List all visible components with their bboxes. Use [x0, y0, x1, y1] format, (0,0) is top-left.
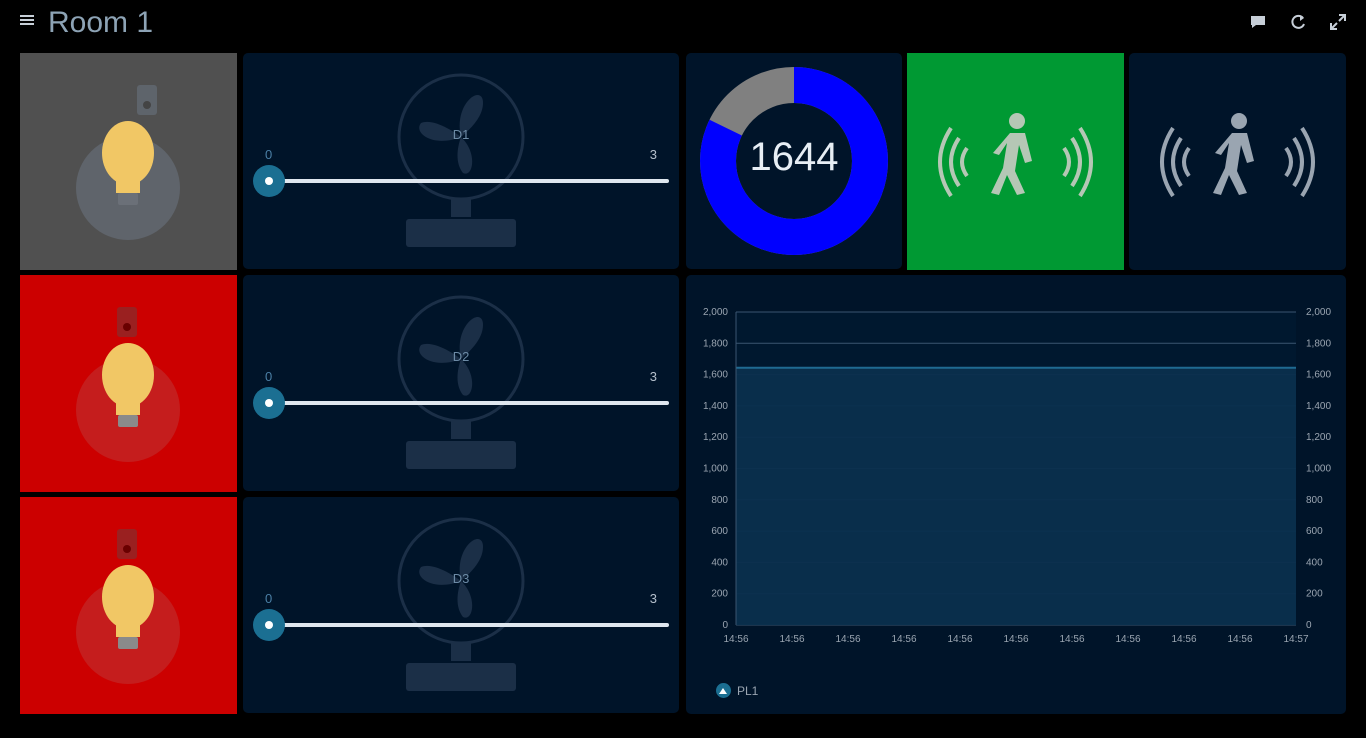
fan-label: D3 [452, 571, 470, 586]
y-tick-label-left: 1,800 [703, 338, 728, 349]
speed-slider[interactable]: 0 3 [253, 147, 669, 197]
slider-max-label: 3 [649, 591, 657, 606]
y-tick-label-right: 1,600 [1306, 370, 1331, 381]
y-tick-label-right: 1,000 [1306, 464, 1331, 475]
fan-tile-3: D3 0 3 [243, 497, 679, 713]
light-tile-2[interactable] [20, 275, 237, 492]
x-tick-label: 14:56 [891, 634, 916, 645]
legend-label: PL1 [737, 683, 759, 698]
speed-slider[interactable]: 0 3 [253, 591, 669, 641]
y-tick-label-left: 0 [722, 620, 728, 631]
top-bar: Room 1 [0, 0, 1366, 46]
y-tick-label-left: 200 [711, 589, 728, 600]
page-title: Room 1 [48, 6, 154, 39]
menu-icon[interactable] [20, 13, 34, 31]
lightbulb-icon [76, 85, 180, 240]
y-tick-label-left: 600 [711, 526, 728, 537]
x-tick-label: 14:56 [835, 634, 860, 645]
x-tick-label: 14:57 [1283, 634, 1308, 645]
slider-thumb[interactable] [253, 609, 285, 641]
x-tick-label: 14:56 [1003, 634, 1028, 645]
x-tick-label: 14:56 [1115, 634, 1140, 645]
y-tick-label-left: 1,200 [703, 432, 728, 443]
light-tile-1[interactable] [20, 53, 237, 270]
slider-min-label: 0 [265, 591, 273, 606]
y-tick-label-right: 0 [1306, 620, 1312, 631]
motion-tile-1 [907, 53, 1124, 270]
x-tick-label: 14:56 [1171, 634, 1196, 645]
motion-sensor-icon [1160, 113, 1315, 198]
slider-thumb[interactable] [253, 387, 285, 419]
series-icon [716, 683, 731, 698]
y-tick-label-right: 600 [1306, 526, 1323, 537]
y-tick-label-right: 200 [1306, 589, 1323, 600]
fan-tile-2: D2 0 3 [243, 275, 679, 491]
motion-sensor-icon [938, 113, 1093, 198]
y-tick-label-right: 2,000 [1306, 307, 1331, 318]
lightbulb-icon [76, 307, 180, 462]
x-tick-label: 14:56 [723, 634, 748, 645]
slider-track[interactable] [269, 401, 669, 405]
x-tick-label: 14:56 [947, 634, 972, 645]
fullscreen-icon[interactable] [1328, 12, 1348, 32]
gauge-tile: 1644 [686, 53, 902, 269]
slider-min-label: 0 [265, 147, 273, 162]
fan-label: D2 [452, 349, 470, 364]
refresh-icon[interactable] [1288, 12, 1308, 32]
gauge-value: 1644 [749, 135, 839, 179]
slider-track[interactable] [269, 179, 669, 183]
y-tick-label-left: 1,000 [703, 464, 728, 475]
y-tick-label-right: 400 [1306, 557, 1323, 568]
chat-icon[interactable] [1248, 12, 1268, 32]
y-tick-label-right: 1,800 [1306, 338, 1331, 349]
light-tile-3[interactable] [20, 497, 237, 714]
slider-max-label: 3 [649, 147, 657, 162]
fan-tile-1: D1 0 3 [243, 53, 679, 269]
y-tick-label-right: 1,400 [1306, 401, 1331, 412]
slider-max-label: 3 [649, 369, 657, 384]
motion-tile-2 [1129, 53, 1346, 270]
x-tick-label: 14:56 [1059, 634, 1084, 645]
lightbulb-icon [76, 529, 180, 684]
slider-min-label: 0 [265, 369, 273, 384]
fan-label: D1 [452, 127, 470, 142]
y-tick-label-left: 1,400 [703, 401, 728, 412]
area-chart: 0 0 200 200 400 400 600 600 800 800 1,000 1,000 1,20… [703, 307, 1331, 645]
y-tick-label-left: 400 [711, 557, 728, 568]
y-tick-label-left: 800 [711, 495, 728, 506]
y-tick-label-right: 1,200 [1306, 432, 1331, 443]
chart-legend-item[interactable]: PL1 [716, 683, 758, 698]
y-tick-label-right: 800 [1306, 495, 1323, 506]
slider-thumb[interactable] [253, 165, 285, 197]
y-tick-label-left: 2,000 [703, 307, 728, 318]
y-tick-label-left: 1,600 [703, 370, 728, 381]
speed-slider[interactable]: 0 3 [253, 369, 669, 419]
x-tick-label: 14:56 [779, 634, 804, 645]
x-tick-label: 14:56 [1227, 634, 1252, 645]
series-area [736, 367, 1296, 625]
chart-tile: 0 0 200 200 400 400 600 600 800 800 1,000 1,000 1,20… [686, 275, 1346, 714]
slider-track[interactable] [269, 623, 669, 627]
